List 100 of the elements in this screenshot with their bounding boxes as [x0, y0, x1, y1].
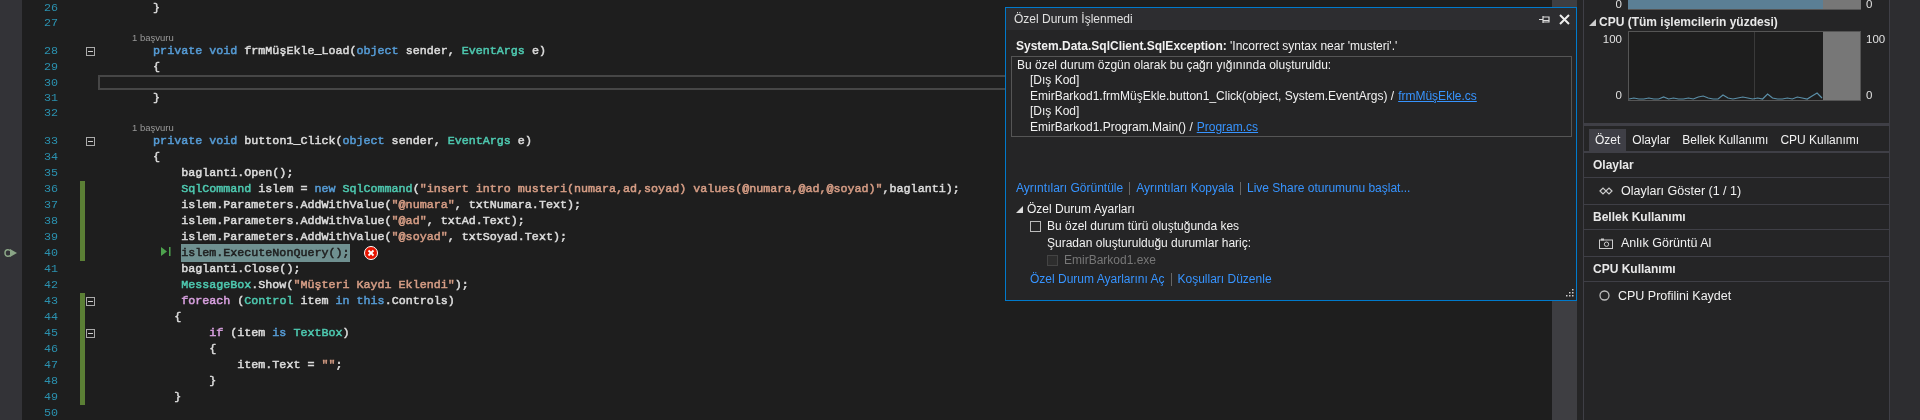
- line-number: 41: [42, 262, 58, 277]
- resize-grip-icon[interactable]: [1564, 288, 1574, 298]
- line-number: 33: [42, 134, 58, 149]
- line-number: 34: [42, 150, 58, 165]
- exception-message: System.Data.SqlClient.SqlException: 'Incorrect syntax near 'musteri'.': [1015, 38, 1399, 55]
- close-icon[interactable]: [1559, 13, 1570, 25]
- code-token: "@ad": [391, 213, 427, 230]
- code-token: in: [335, 293, 350, 310]
- code-token: item: [299, 293, 330, 310]
- code-token: ;: [335, 357, 343, 374]
- collapse-icon[interactable]: [86, 296, 95, 306]
- codelens-reference[interactable]: 1 başvuru: [132, 31, 174, 43]
- section-title: Bellek Kullanımı: [1593, 210, 1686, 224]
- code-token: void: [208, 133, 238, 150]
- code-token: }: [153, 0, 161, 16]
- code-token: "@soyad": [391, 229, 448, 246]
- line-number: 47: [42, 358, 58, 373]
- action-item[interactable]: Anlık Görüntü Al: [1584, 230, 1889, 257]
- code-token: (: [412, 181, 420, 198]
- settings-link[interactable]: Koşulları Düzenle: [1177, 272, 1272, 287]
- code-token: ): [342, 325, 350, 342]
- code-token: private: [153, 43, 203, 60]
- run-to-here-icon[interactable]: [161, 247, 173, 257]
- code-token: if: [209, 325, 224, 342]
- panel-tab[interactable]: Olaylar: [1626, 129, 1677, 151]
- collapse-icon[interactable]: [86, 46, 95, 56]
- action-link[interactable]: Ayrıntıları Kopyala: [1136, 181, 1234, 196]
- expanded-triangle-icon[interactable]: [1016, 205, 1023, 213]
- code-token: e): [530, 43, 546, 60]
- stack-frame: EmirBarkod1.Program.Main() / Program.cs: [1017, 119, 1565, 136]
- section-title: Olaylar: [1593, 158, 1634, 172]
- code-token: }: [153, 90, 161, 106]
- axis-label: 100: [1601, 33, 1622, 45]
- settings-title: Özel Durum Ayarları: [1027, 202, 1135, 217]
- line-number: 49: [42, 390, 58, 405]
- code-token: baglanti.Close();: [181, 261, 301, 278]
- checkbox[interactable]: [1030, 220, 1041, 232]
- action-item[interactable]: Olayları Göster (1 / 1): [1584, 178, 1889, 205]
- code-token: e): [516, 133, 532, 150]
- line-number: 40: [42, 246, 58, 261]
- line-number: 28: [42, 44, 58, 59]
- code-token: TextBox: [292, 325, 343, 342]
- panel-tab[interactable]: CPU Kullanımı: [1774, 129, 1866, 151]
- code-token: ,baglanti);: [882, 181, 960, 198]
- events-icon: [1599, 187, 1613, 195]
- chart-title: CPU (Tüm işlemcilerin yüzdesi): [1599, 15, 1778, 29]
- code-token: item.Text =: [237, 357, 316, 374]
- line-number: 43: [42, 294, 58, 309]
- line-number: 31: [42, 91, 58, 105]
- line-number: 27: [42, 16, 58, 31]
- code-token: "Müşteri Kaydı Eklendi": [293, 277, 455, 294]
- code-token: islem.Parameters.AddWithValue(: [181, 213, 392, 230]
- code-token: void: [208, 43, 238, 60]
- code-token: this: [355, 293, 385, 310]
- camera-icon: [1599, 237, 1613, 249]
- line-number: 36: [42, 182, 58, 197]
- code-token: islem.Parameters.AddWithValue(: [181, 229, 392, 246]
- code-token: SqlCommand: [181, 181, 252, 198]
- action-link[interactable]: Ayrıntıları Görüntüle: [1016, 181, 1124, 196]
- settings-link[interactable]: Özel Durum Ayarlarını Aç: [1030, 272, 1165, 287]
- pin-icon[interactable]: [1539, 14, 1551, 24]
- record-icon: [1599, 290, 1610, 301]
- exception-label: Şuradan oluşturulduğu durumlar hariç:: [1047, 236, 1252, 251]
- stack-frame: [Dış Kod]: [1017, 73, 1565, 89]
- collapse-icon[interactable]: [86, 328, 95, 338]
- codelens-reference[interactable]: 1 başvuru: [132, 121, 174, 133]
- code-token: {: [209, 341, 217, 358]
- source-file-link[interactable]: Program.cs: [1196, 119, 1259, 134]
- axis-label: 0: [1614, 89, 1622, 101]
- code-token: {: [174, 309, 182, 326]
- line-number: 50: [42, 405, 58, 420]
- code-token: , txtAd.Text);: [426, 213, 525, 230]
- line-number: 44: [42, 310, 58, 325]
- code-token: , txtSoyad.Text);: [447, 229, 567, 246]
- code-token: }: [174, 389, 182, 406]
- code-token: "": [321, 357, 336, 374]
- code-token: (: [236, 293, 245, 310]
- code-token: object: [356, 43, 399, 60]
- axis-label: 0: [1865, 0, 1874, 10]
- line-number: 29: [42, 60, 58, 75]
- code-token: sender,: [390, 133, 442, 150]
- code-token: frmMüşEkle_Load(: [243, 43, 357, 60]
- panel-tab[interactable]: Özet: [1589, 129, 1627, 151]
- action-link[interactable]: Live Share oturumunu başlat...: [1247, 181, 1411, 196]
- code-token: foreach: [181, 293, 231, 310]
- checkbox-label: EmirBarkod1.exe: [1064, 253, 1157, 268]
- collapse-icon[interactable]: [86, 136, 95, 146]
- line-number: 30: [42, 75, 58, 90]
- panel-tab[interactable]: Bellek Kullanımı: [1676, 129, 1775, 151]
- code-token: is: [272, 325, 287, 342]
- axis-label: 0: [1866, 89, 1874, 101]
- code-token: private: [153, 133, 203, 150]
- code-token: {: [153, 59, 161, 76]
- line-number: 32: [42, 106, 58, 121]
- code-token: }: [209, 373, 217, 390]
- stack-frame: EmirBarkod1.frmMüşEkle.button1_Click(object, System.EventArgs) / frmMüşEkle.cs: [1017, 88, 1565, 105]
- expanded-triangle-icon[interactable]: [1589, 18, 1596, 26]
- action-item[interactable]: CPU Profilini Kaydet: [1584, 282, 1889, 309]
- code-token: SqlCommand: [341, 181, 413, 198]
- source-file-link[interactable]: frmMüşEkle.cs: [1398, 88, 1477, 103]
